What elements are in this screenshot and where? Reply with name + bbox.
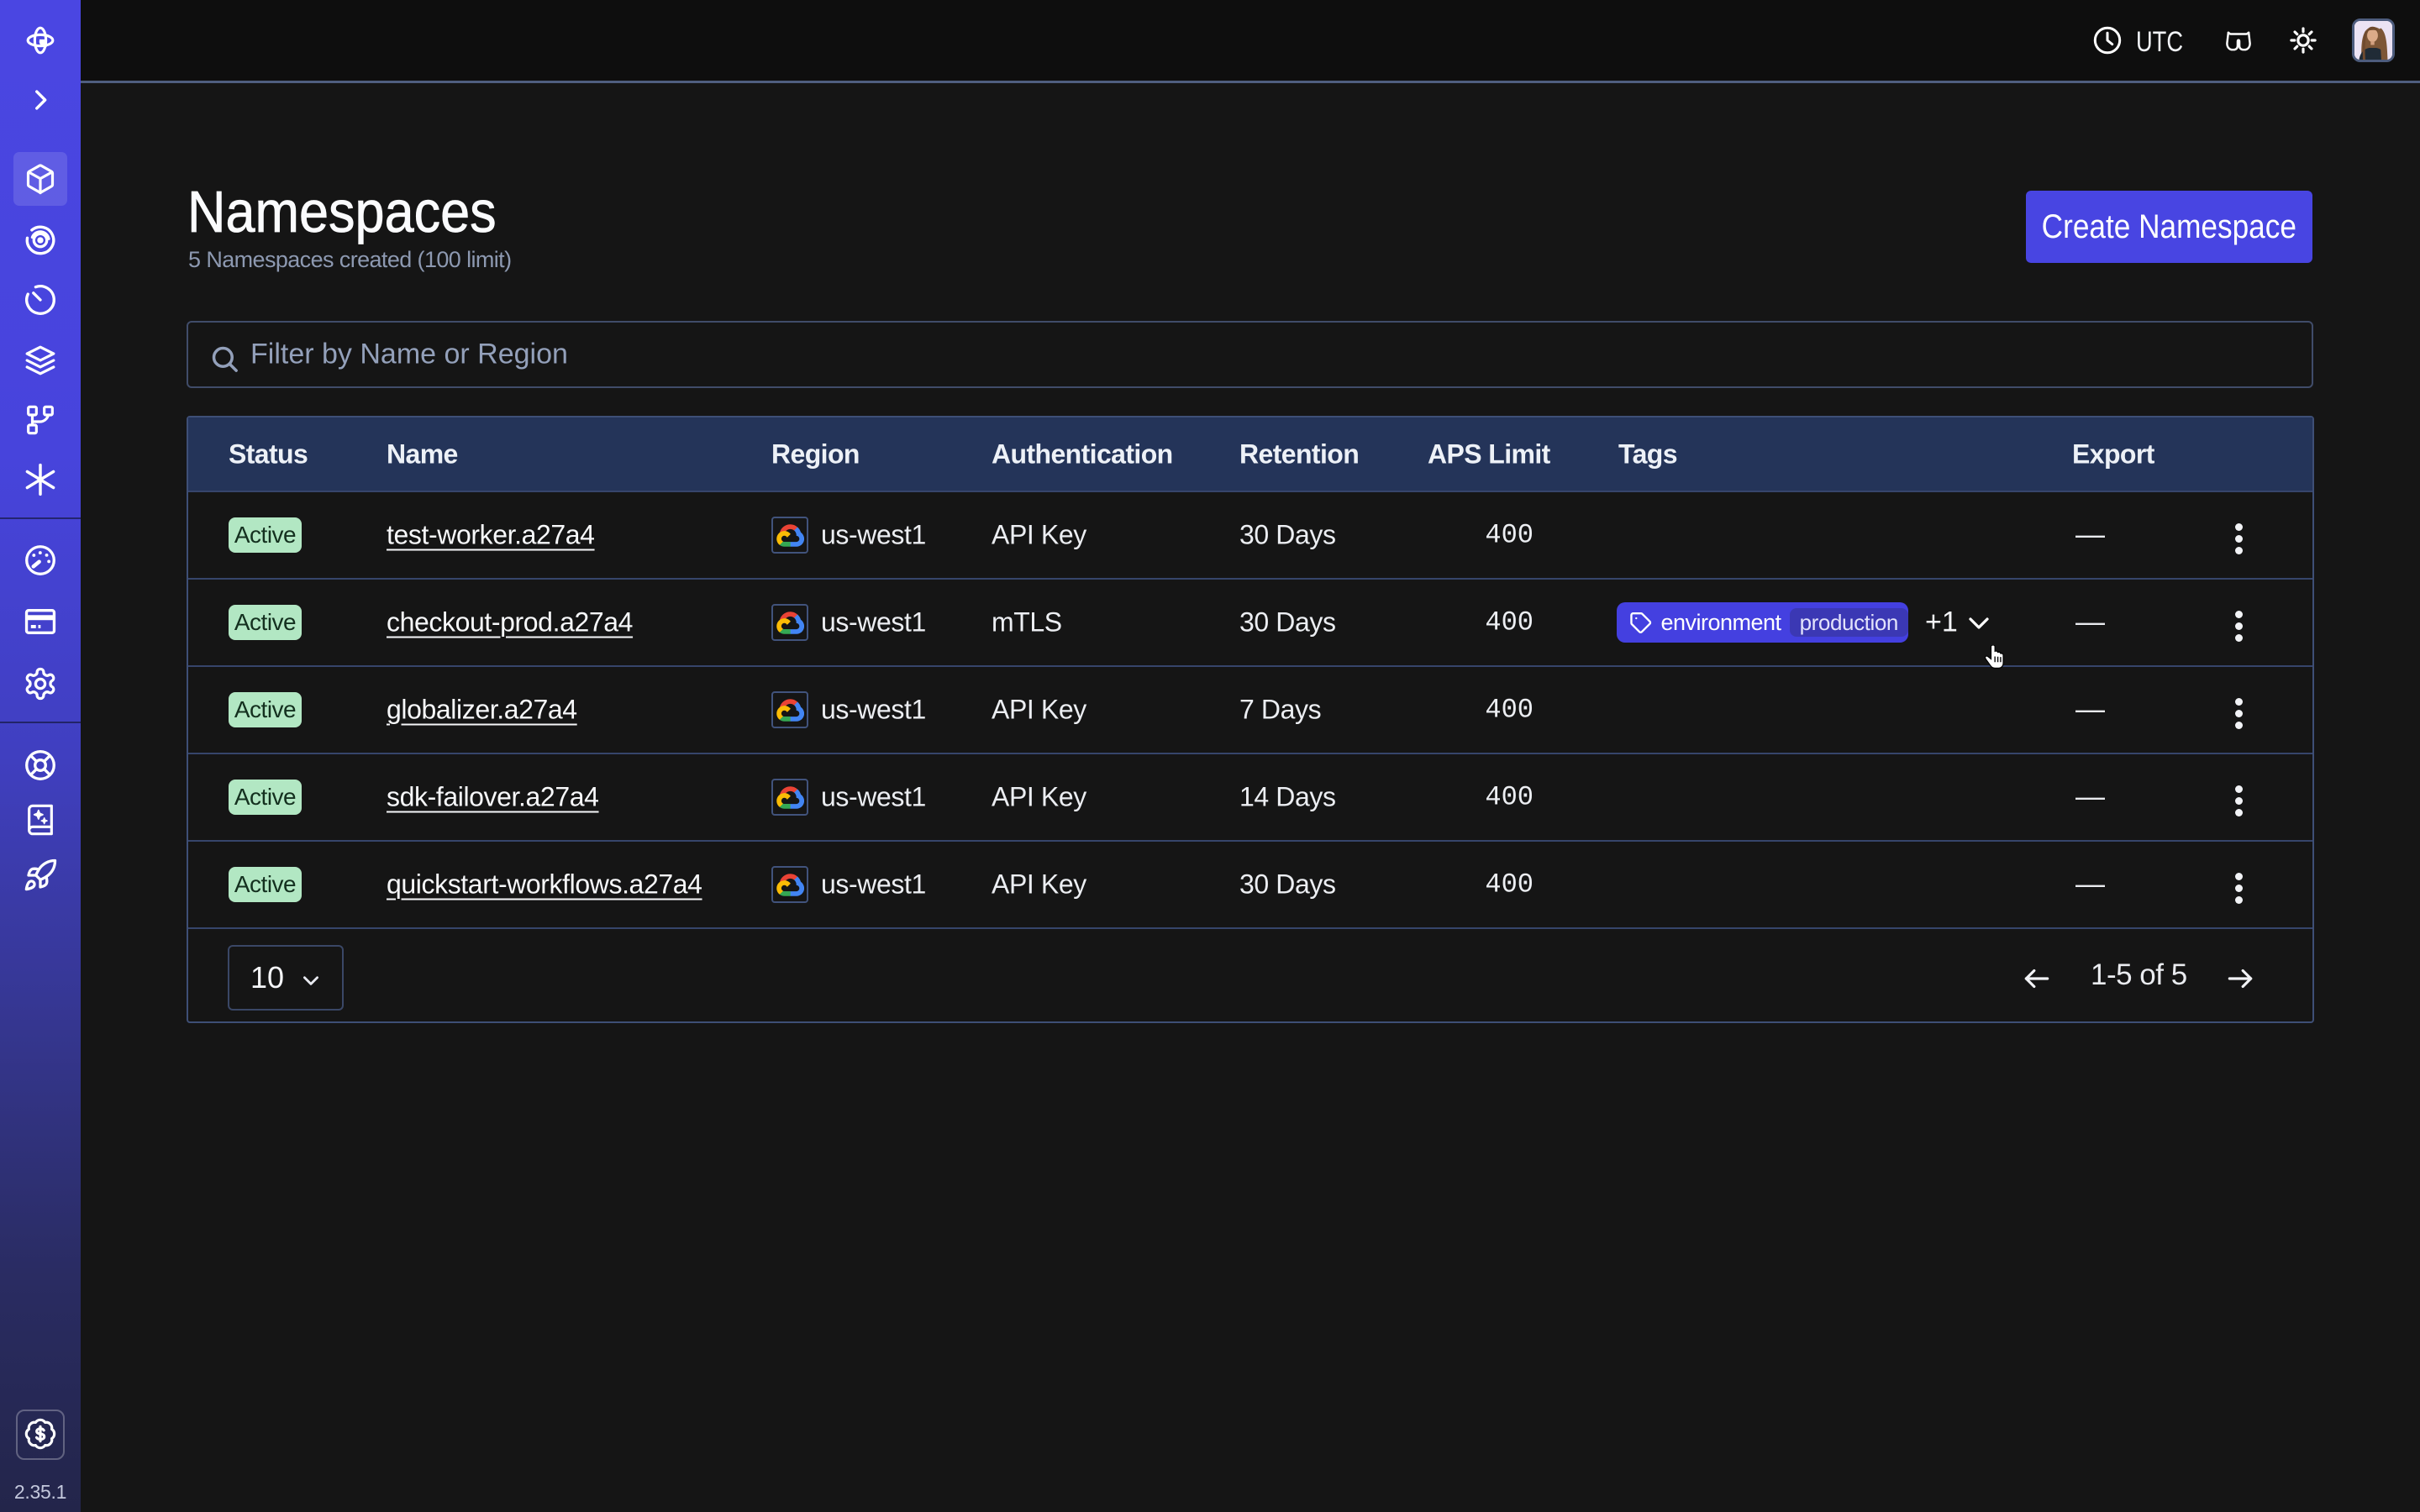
svg-text:UTC: UTC (2136, 26, 2183, 57)
